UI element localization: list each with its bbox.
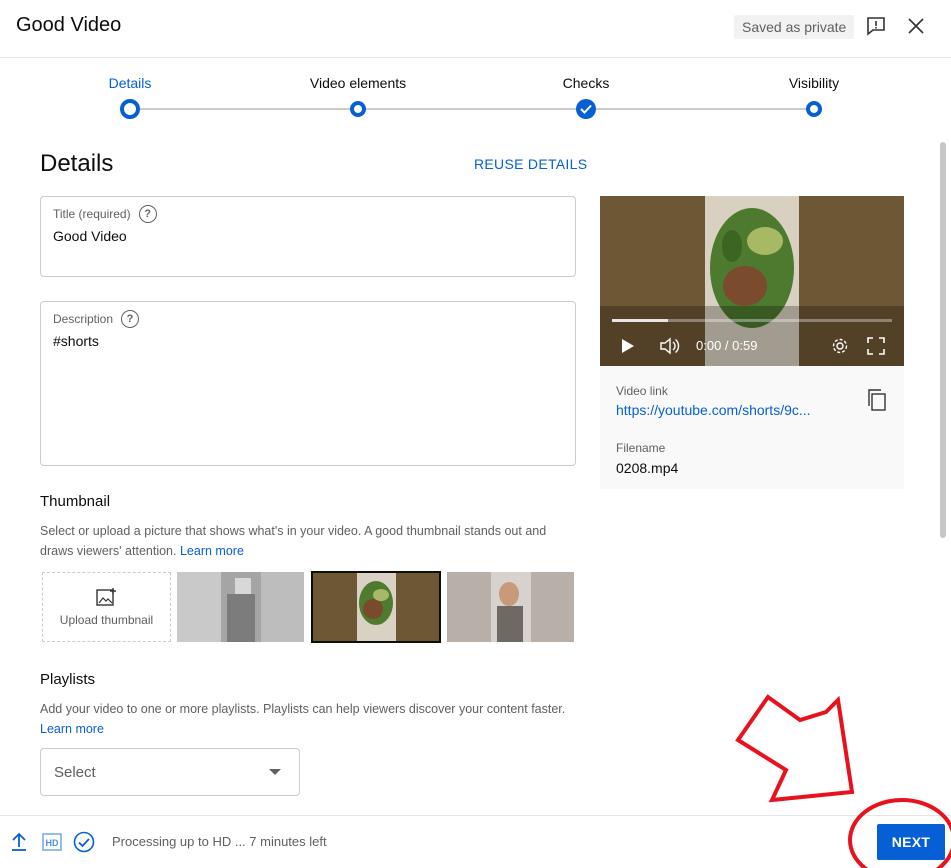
video-link-label: Video link <box>616 384 668 398</box>
fullscreen-icon[interactable] <box>866 336 886 356</box>
help-icon[interactable]: ? <box>121 310 140 328</box>
step-details-dot[interactable] <box>120 99 140 119</box>
upload-thumbnail-label: Upload thumbnail <box>59 613 154 627</box>
reuse-details-button[interactable]: REUSE DETAILS <box>474 156 587 172</box>
title-label-text: Title (required) <box>53 207 131 221</box>
svg-text:HD: HD <box>46 838 59 848</box>
scrollbar-thumb[interactable] <box>940 142 946 538</box>
description-field[interactable]: Description ? #shorts <box>40 301 576 466</box>
step-video-elements-dot[interactable] <box>350 101 366 117</box>
step-details-label[interactable]: Details <box>109 75 152 91</box>
processing-status-text: Processing up to HD ... 7 minutes left <box>112 834 327 849</box>
dialog-footer: HD Processing up to HD ... 7 minutes lef… <box>0 815 951 868</box>
annotation-arrow-icon <box>735 694 855 803</box>
step-checks-dot[interactable] <box>576 99 596 119</box>
add-image-icon <box>95 588 116 606</box>
upload-dialog: Good Video Saved as private Details Vide… <box>0 0 951 868</box>
hd-icon: HD <box>41 831 63 853</box>
playlists-description-text: Add your video to one or more playlists.… <box>40 702 566 716</box>
filename-value: 0208.mp4 <box>616 460 679 476</box>
description-label-text: Description <box>53 312 114 326</box>
stepper-track <box>130 108 814 110</box>
upload-icon <box>8 831 30 853</box>
video-time-readout: 0:00 / 0:59 <box>696 338 758 353</box>
title-field[interactable]: Title (required) ? Good Video <box>40 196 576 277</box>
dropdown-arrow-icon <box>269 769 281 775</box>
step-visibility-dot[interactable] <box>806 101 822 117</box>
video-preview-card: 0:00 / 0:59 Video link https://youtube.c… <box>600 196 904 489</box>
thumbnail-heading: Thumbnail <box>40 493 111 510</box>
dialog-title: Good Video <box>16 14 122 36</box>
thumbnail-learn-more-link[interactable]: Learn more <box>180 544 244 558</box>
details-heading: Details <box>40 150 114 177</box>
video-player[interactable]: 0:00 / 0:59 <box>600 196 904 366</box>
dialog-header: Good Video Saved as private <box>0 0 951 58</box>
step-visibility-label[interactable]: Visibility <box>789 75 839 91</box>
check-circle-icon <box>73 831 95 853</box>
checkmark-icon <box>580 104 592 114</box>
description-input[interactable]: #shorts <box>53 333 99 349</box>
next-button[interactable]: NEXT <box>877 824 945 860</box>
title-input[interactable]: Good Video <box>53 228 127 244</box>
help-icon[interactable]: ? <box>138 205 157 223</box>
feedback-icon[interactable] <box>864 14 888 38</box>
settings-gear-icon[interactable] <box>830 336 850 356</box>
playlist-select-value: Select <box>54 764 96 781</box>
step-video-elements-label[interactable]: Video elements <box>310 75 406 91</box>
progress-stepper: Details Video elements Checks Visibility <box>0 58 951 130</box>
saved-status-badge: Saved as private <box>734 15 855 39</box>
video-progress-fill <box>612 319 668 322</box>
video-progress-bar[interactable] <box>612 319 892 322</box>
playlists-description: Add your video to one or more playlists.… <box>40 699 570 739</box>
playlists-learn-more-link[interactable]: Learn more <box>40 722 104 736</box>
playlists-heading: Playlists <box>40 671 96 688</box>
step-checks-label[interactable]: Checks <box>563 75 610 91</box>
close-icon[interactable] <box>904 14 928 38</box>
playlist-select[interactable]: Select <box>40 748 300 796</box>
video-link[interactable]: https://youtube.com/shorts/9c... <box>616 402 838 418</box>
thumbnail-description-text: Select or upload a picture that shows wh… <box>40 524 547 558</box>
filename-label: Filename <box>616 441 666 455</box>
thumbnail-option[interactable] <box>177 572 304 642</box>
copy-icon[interactable] <box>866 388 890 412</box>
thumbnail-option[interactable] <box>447 572 574 642</box>
upload-thumbnail-button[interactable]: Upload thumbnail <box>42 572 171 642</box>
play-icon[interactable] <box>618 336 638 356</box>
title-field-label: Title (required) ? <box>53 205 157 223</box>
description-field-label: Description ? <box>53 310 140 328</box>
volume-icon[interactable] <box>658 336 682 356</box>
thumbnail-description: Select or upload a picture that shows wh… <box>40 521 570 561</box>
thumbnail-option-selected[interactable] <box>311 571 441 643</box>
